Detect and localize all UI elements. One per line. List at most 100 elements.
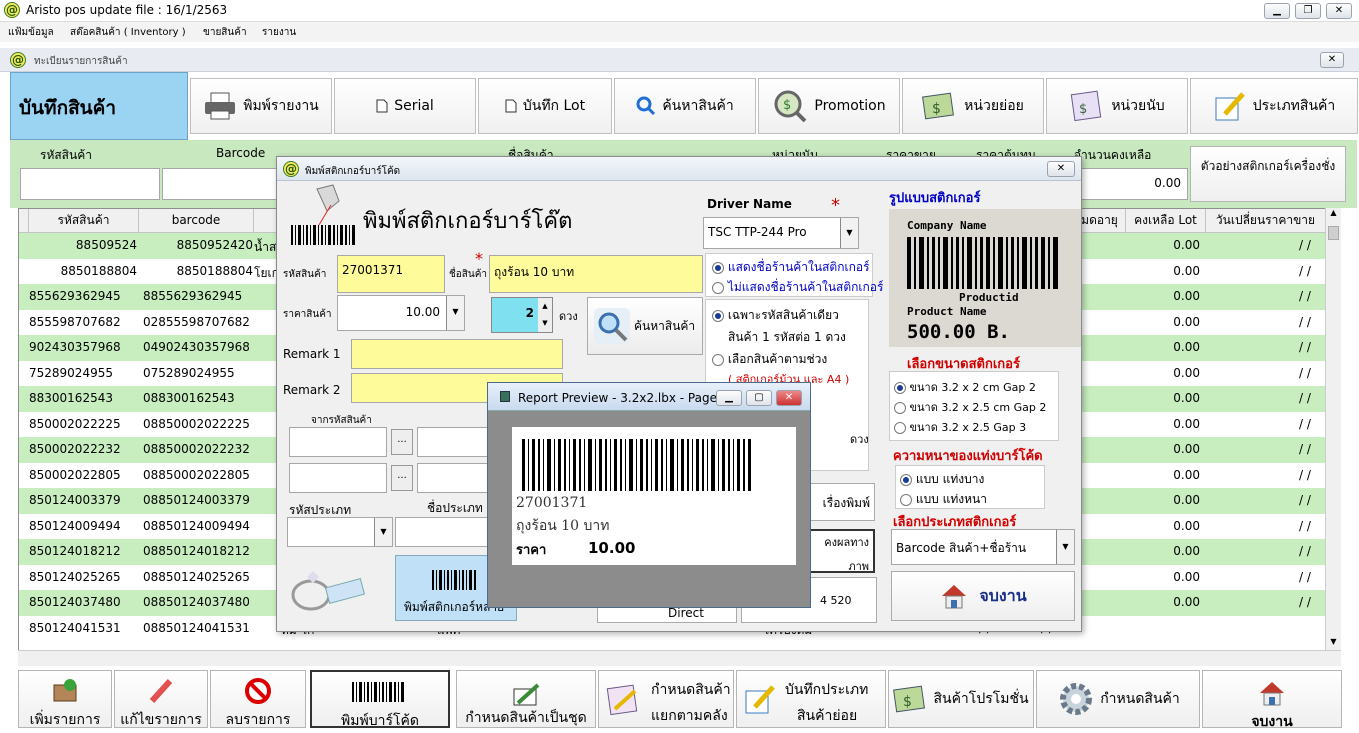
remark1-input[interactable] [351,339,563,369]
sticker-example-button[interactable]: ตัวอย่างสติกเกอร์เครื่องชั่ง [1190,146,1346,202]
driver-dropdown-icon[interactable]: ▼ [840,218,858,248]
sticker-type-select[interactable]: Barcode สินค้า+ชื่อร้าน ▼ [891,529,1075,565]
preview-minimize-button[interactable]: ▁ [716,390,742,406]
close-button[interactable]: ✕ [1326,3,1352,19]
remain-input[interactable]: 0.00 [1080,168,1188,200]
product-type-button[interactable]: ประเภทสินค้า [1190,78,1358,134]
col-code-header[interactable]: รหัสสินค้า [29,209,139,233]
warehouse-product-button[interactable]: กำหนดสินค้า แยกตามคลัง [598,670,734,728]
preview-maximize-button[interactable]: ▢ [746,390,772,406]
stepper-arrows-icon[interactable]: ▲ ▼ [538,298,552,332]
subunit-button[interactable]: $ หน่วยย่อย [902,78,1044,134]
grid-horizontal-scrollbar[interactable] [18,650,1341,666]
thin-radio[interactable]: แบบ แท่งบาง [900,470,984,489]
type-dropdown-icon[interactable]: ▼ [374,518,392,546]
driver-value[interactable]: TSC TTP-244 Pro [704,218,840,248]
remark2-label: Remark 2 [283,383,341,397]
size-option-2[interactable]: ขนาด 3.2 x 2.5 cm Gap 2 [894,398,1046,416]
table-cell: 0.00 [1173,595,1200,609]
print-barcode-button[interactable]: พิมพ์บาร์โค้ด [310,670,450,729]
child-window-titlebar: @ ทะเบียนรายการสินค้า ✕ [0,48,1359,72]
to-code-browse-button[interactable]: ... [391,465,413,491]
menu-inventory[interactable]: สต๊อคสินค้า ( Inventory ) [70,25,186,40]
dialog-search-button[interactable]: ค้นหาสินค้า [587,297,703,355]
driver-select[interactable]: TSC TTP-244 Pro ▼ [703,217,859,249]
exit-button[interactable]: จบงาน [1202,670,1342,730]
promo-product-button[interactable]: $ สินค้าโปรโมชั่น [888,670,1034,728]
dialog-close-work-button[interactable]: จบงาน [891,571,1075,621]
size-option-1[interactable]: ขนาด 3.2 x 2 cm Gap 2 [894,378,1036,396]
product-settings-button[interactable]: กำหนดสินค้า [1036,670,1200,728]
thick-radio[interactable]: แบบ แท่งหนา [900,490,987,509]
set-product-button[interactable]: กำหนดสินค้าเป็นชุด [456,670,596,728]
code-input[interactable] [20,168,160,200]
sticker-type-value[interactable]: Barcode สินค้า+ชื่อร้าน [892,530,1056,564]
dialog-close-button[interactable]: ✕ [1047,161,1075,177]
page-title: บันทึกสินค้า [19,97,117,119]
range-mode-radio[interactable]: เลือกสินค้าตามช่วง [712,350,827,369]
single-mode-radio[interactable]: เฉพาะรหัสสินค้าเดียว [712,306,839,325]
sticker-type-dropdown-icon[interactable]: ▼ [1056,530,1074,564]
search-product-button[interactable]: ค้นหาสินค้า [614,78,756,134]
promotion-label: Promotion [814,98,886,114]
scroll-thumb[interactable] [1328,226,1339,240]
radio-on-icon[interactable] [712,309,724,322]
print-report-button[interactable]: พิมพ์รายงาน [190,78,332,134]
from-code-browse-button[interactable]: ... [391,429,413,455]
show-shop-radio[interactable]: แสดงชื่อร้านค้าในสติกเกอร์ [712,258,870,277]
code-input[interactable]: 27001371 [337,255,445,293]
price-dropdown-icon[interactable]: ▼ [446,296,464,330]
scroll-up-icon[interactable]: ▲ [1326,208,1341,224]
col-lot-header[interactable]: คงเหลือ Lot [1126,209,1206,233]
minimize-button[interactable]: ▁ [1264,3,1290,19]
radio-off-icon[interactable] [712,353,724,366]
row-indicator-header [19,209,29,233]
col-barcode-header[interactable]: barcode [139,209,254,233]
child-close-button[interactable]: ✕ [1320,52,1344,68]
radio-off-icon[interactable] [900,493,912,506]
restore-button[interactable]: ❐ [1295,3,1321,19]
table-cell: 0.00 [1173,289,1200,303]
hide-shop-radio[interactable]: ไม่แสดงชื่อร้านค้าในสติกเกอร์ [712,278,883,297]
serial-button[interactable]: Serial [334,78,476,134]
promotion-button[interactable]: $ Promotion [758,78,900,134]
edit-item-button[interactable]: แก้ไขรายการ [114,670,208,728]
unit-button[interactable]: $ หน่วยนับ [1046,78,1188,134]
radio-on-icon[interactable] [894,382,906,394]
type-code-select[interactable]: ▼ [287,517,393,547]
thick-label: แบบ แท่งหนา [915,492,987,506]
type-name-input[interactable] [395,517,495,547]
barcode-input[interactable] [162,168,288,200]
grid-vertical-scrollbar[interactable]: ▲ ▼ [1325,208,1341,653]
type-name-label: ชื่อประเภท [427,501,483,515]
qty-stepper[interactable]: 2 ▲ ▼ [491,297,553,333]
add-item-button[interactable]: เพิ่มรายการ [18,670,112,728]
radio-off-icon[interactable] [712,281,724,294]
radio-on-icon[interactable] [900,473,912,486]
from-code-label: จากรหัสสินค้า [311,415,372,426]
table-cell: 0.00 [1173,340,1200,354]
table-cell: 850124037480 [29,595,121,609]
to-code-input[interactable] [289,463,387,493]
dialog-heading: พิมพ์สติกเกอร์บาร์โค๊ต [363,209,573,234]
menu-file[interactable]: แฟ้มข้อมูล [8,25,54,40]
qty-value[interactable]: 2 [492,298,538,332]
subcategory-button[interactable]: บันทึกประเภท สินค้าย่อย [736,670,886,728]
size-option-3[interactable]: ขนาด 3.2 x 2.5 Gap 3 [894,418,1026,436]
menu-sales[interactable]: ขายสินค้า [203,25,247,40]
price-input[interactable]: 10.00 [338,296,446,330]
radio-on-icon[interactable] [712,261,724,274]
from-code-input[interactable] [289,427,387,457]
save-lot-button[interactable]: บันทึก Lot [478,78,612,134]
col-date-header[interactable]: วันเปลี่ยนราคาขาย [1206,209,1326,233]
from-name-input[interactable] [417,427,497,457]
print-report-label: พิมพ์รายงาน [243,98,319,114]
name-input[interactable]: ถุงร้อน 10 บาท [489,255,703,293]
ring-tag-icon [291,571,366,611]
preview-close-button[interactable]: ✕ [776,390,802,406]
menu-report[interactable]: รายงาน [262,25,296,40]
to-name-input[interactable] [417,463,497,493]
radio-off-icon[interactable] [894,402,906,414]
delete-item-button[interactable]: ลบรายการ [210,670,306,728]
radio-off-icon[interactable] [894,422,906,434]
